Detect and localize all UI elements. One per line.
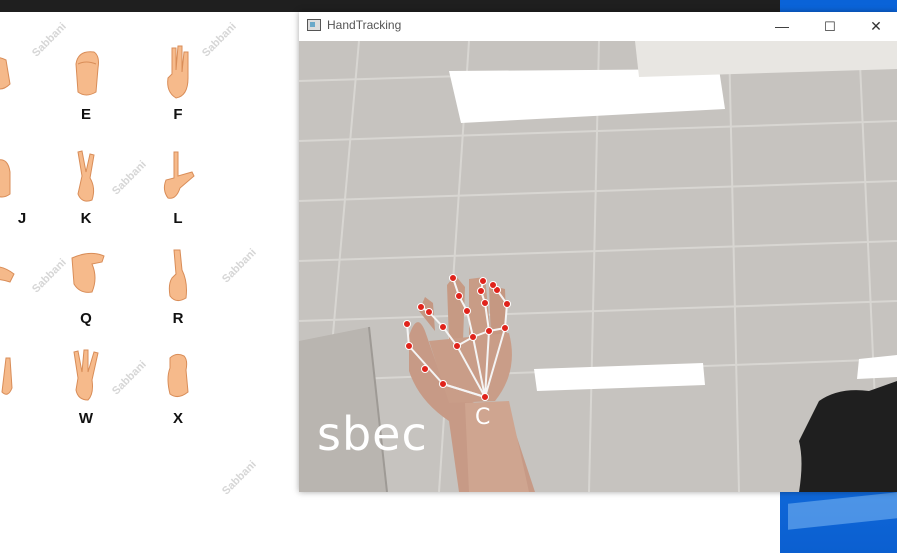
camera-feed: sbec C: [299, 41, 897, 492]
sign-j: J: [0, 148, 30, 238]
sign-letter-f: F: [173, 106, 183, 123]
sign-letter-l: L: [173, 210, 183, 227]
hand-sign-e-icon: [75, 51, 99, 96]
handtracking-window[interactable]: HandTracking — ☐ ✕ sbec C: [299, 12, 897, 492]
app-window-icon: [307, 19, 321, 31]
sign-w: W: [56, 348, 116, 438]
minimize-button[interactable]: —: [759, 12, 805, 41]
sign-partial-v: [0, 348, 30, 438]
watermark: Sabbani: [220, 458, 259, 498]
sign-partial-p: [0, 248, 30, 338]
sign-l: L: [148, 148, 208, 238]
sign-f: F: [148, 44, 208, 134]
sign-e: E: [56, 44, 116, 134]
sign-r: R: [148, 248, 208, 338]
top-taskbar: [0, 0, 897, 12]
window-title: HandTracking: [327, 18, 402, 32]
sign-x: X: [148, 348, 208, 438]
sign-k: K: [56, 148, 116, 238]
sign-letter-j: J: [17, 210, 27, 227]
watermark: Sabbani: [220, 246, 259, 286]
window-titlebar[interactable]: HandTracking — ☐ ✕: [299, 12, 897, 42]
hand-sign-f-icon: [167, 45, 189, 99]
sign-letter-e: E: [80, 106, 91, 123]
hand-sign-x-icon: [167, 353, 189, 398]
sign-letter-w: W: [78, 410, 94, 427]
sign-letter-k: K: [80, 210, 92, 227]
hand-sign-k-icon: [77, 150, 95, 202]
sign-language-chart: E F J K L Q R W X Sabbani Sabbani Sabban…: [0, 12, 300, 553]
sign-letter-r: R: [172, 310, 184, 327]
predicted-letter: C: [475, 405, 491, 430]
close-button[interactable]: ✕: [853, 12, 897, 41]
watermark: Sabbani: [200, 20, 239, 60]
sign-partial-d: [0, 44, 30, 134]
recognized-text: sbec: [317, 407, 428, 461]
maximize-button[interactable]: ☐: [807, 12, 853, 41]
sign-letter-x: X: [172, 410, 183, 427]
hand-sign-l-icon: [163, 151, 195, 199]
sign-letter-q: Q: [80, 310, 92, 327]
hand-sign-r-icon: [168, 249, 187, 302]
hand-sign-w-icon: [73, 349, 99, 401]
hand-sign-q-icon: [71, 252, 105, 293]
